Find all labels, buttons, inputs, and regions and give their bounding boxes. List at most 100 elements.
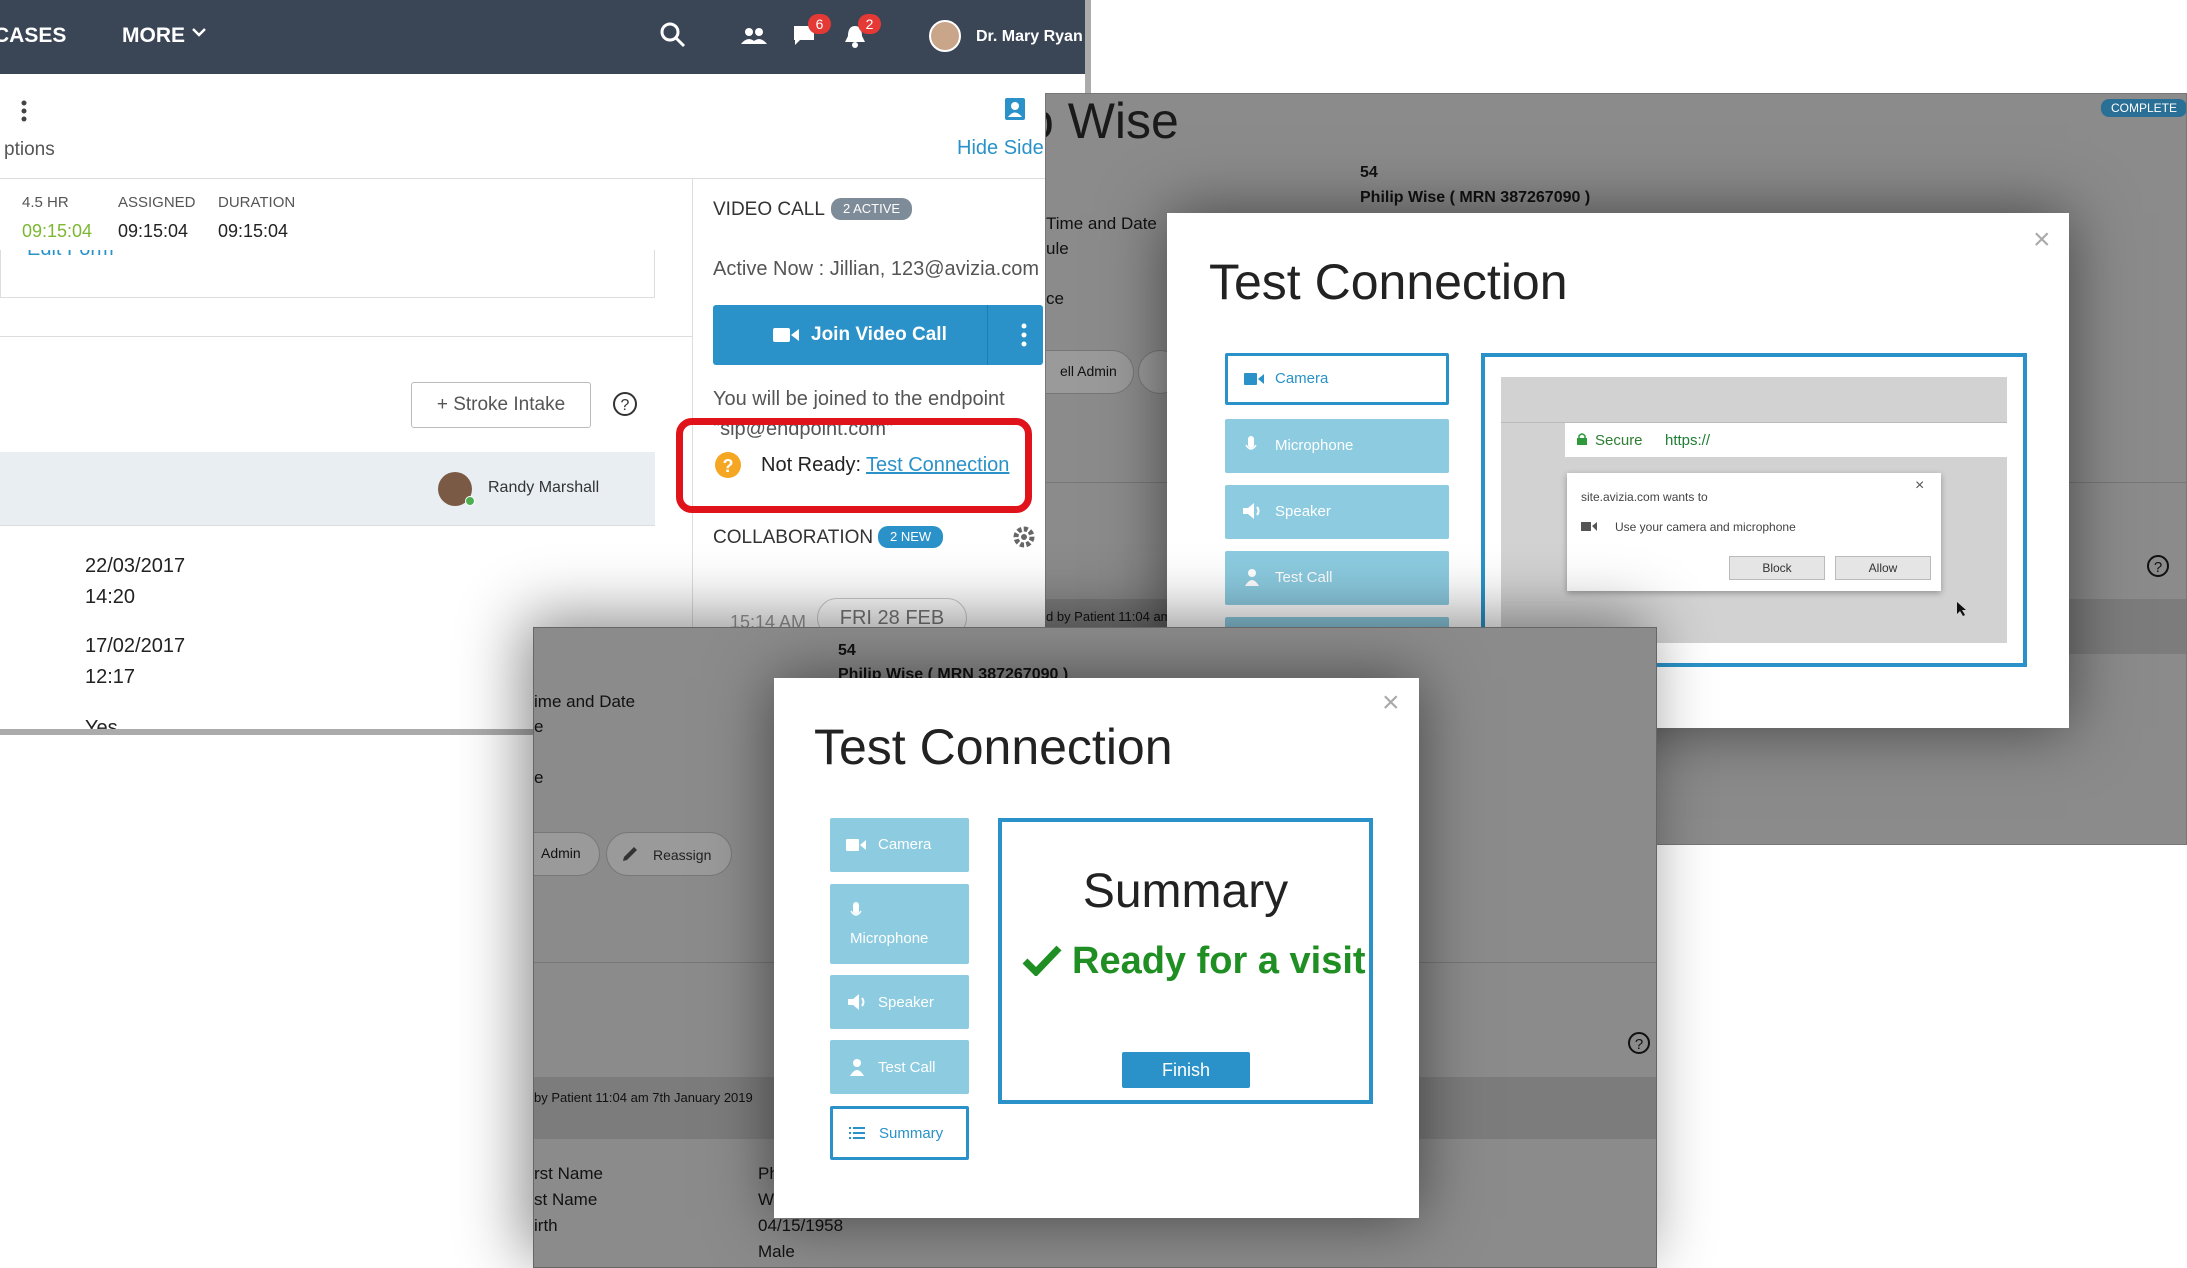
contact-card-icon[interactable] bbox=[1003, 96, 1027, 122]
admin-pill[interactable]: Admin bbox=[534, 832, 600, 876]
admin-pill[interactable]: ell Admin bbox=[1046, 350, 1134, 394]
field-label: rst Name bbox=[534, 1164, 603, 1183]
test-connection-window-front: 54 Philip Wise ( MRN 387267090 ) ime and… bbox=[533, 627, 1657, 1268]
help-icon[interactable]: ? bbox=[612, 391, 638, 417]
url-text: https:// bbox=[1665, 432, 1711, 449]
microphone-icon bbox=[1245, 436, 1257, 456]
join-video-call-button[interactable]: Join Video Call bbox=[713, 305, 1043, 365]
kebab-menu-icon[interactable] bbox=[20, 100, 28, 122]
avatar[interactable] bbox=[929, 20, 961, 52]
sidebar-item-speaker[interactable]: Speaker bbox=[1225, 485, 1449, 539]
help-icon[interactable]: ? bbox=[2146, 554, 2170, 578]
person-icon bbox=[1245, 568, 1259, 586]
summary-panel: Summary Ready for a visit Finish bbox=[998, 818, 1373, 1104]
sidebar-item-label: Microphone bbox=[1275, 437, 1354, 454]
complete-badge: COMPLETE bbox=[2101, 99, 2186, 117]
sidebar-item-label: Camera bbox=[878, 836, 932, 853]
divider bbox=[0, 336, 692, 337]
sidebar-item-test-call[interactable]: Test Call bbox=[830, 1040, 969, 1094]
sidebar-item-label: Speaker bbox=[878, 994, 934, 1011]
sidebar-item-summary[interactable]: Summary bbox=[830, 1106, 969, 1160]
alerts-badge: 2 bbox=[858, 14, 881, 34]
kebab-menu-icon[interactable] bbox=[1021, 323, 1027, 347]
patient-title: o Wise bbox=[1046, 93, 1179, 149]
video-camera-icon bbox=[773, 326, 799, 344]
stat-label: 4.5 HR bbox=[22, 194, 69, 211]
close-icon[interactable]: × bbox=[1382, 686, 1400, 720]
assignee-row[interactable]: Randy Marshall bbox=[0, 452, 655, 526]
person-icon bbox=[850, 1058, 864, 1076]
patient-name: Philip Wise ( MRN 387267090 ) bbox=[1360, 189, 1591, 206]
edit-form-link[interactable]: Edit Form bbox=[27, 250, 114, 261]
allow-button[interactable]: Allow bbox=[1835, 556, 1931, 580]
prompt-text: Use your camera and microphone bbox=[1615, 520, 1796, 534]
nav-more[interactable]: MORE bbox=[122, 24, 185, 48]
sidebar-item-label: Test Call bbox=[1275, 569, 1333, 586]
field-value: 04/15/1958 bbox=[758, 1216, 844, 1235]
admin-label: Admin bbox=[541, 845, 581, 861]
admin-label: ell Admin bbox=[1060, 363, 1117, 379]
user-name[interactable]: Dr. Mary Ryan bbox=[976, 28, 1083, 46]
close-icon[interactable]: × bbox=[2033, 223, 2051, 257]
checkmark-icon bbox=[1022, 944, 1062, 976]
field-label: irth bbox=[534, 1216, 558, 1235]
secure-label: Secure bbox=[1595, 432, 1643, 449]
sidebar-item-speaker[interactable]: Speaker bbox=[830, 975, 969, 1029]
modal-title: Test Connection bbox=[1209, 254, 1568, 310]
reassign-button[interactable]: Reassign bbox=[606, 832, 732, 876]
answer-value: Yes bbox=[85, 717, 118, 735]
microphone-icon bbox=[850, 902, 862, 922]
sidebar-item-camera[interactable]: Camera bbox=[1225, 353, 1449, 405]
bg-label: Time and Date bbox=[1046, 214, 1157, 233]
help-icon[interactable]: ? bbox=[1627, 1031, 1651, 1055]
stroke-intake-button[interactable]: + Stroke Intake bbox=[411, 382, 591, 428]
cursor-icon bbox=[1957, 602, 1967, 616]
svg-text:?: ? bbox=[621, 397, 630, 414]
speaker-icon bbox=[1243, 503, 1263, 519]
ready-status: Ready for a visit bbox=[1072, 940, 1366, 982]
svg-text:?: ? bbox=[2154, 559, 2162, 576]
people-icon[interactable] bbox=[741, 26, 767, 46]
test-connection-modal: × Test Connection Camera Microphone Spea… bbox=[774, 678, 1419, 1218]
chevron-down-icon[interactable] bbox=[192, 28, 206, 38]
finish-button[interactable]: Finish bbox=[1122, 1052, 1250, 1088]
svg-text:?: ? bbox=[1635, 1036, 1643, 1053]
options-label[interactable]: ptions bbox=[4, 139, 55, 161]
hide-side-link[interactable]: Hide Side bbox=[957, 137, 1044, 160]
nav-cases[interactable]: CASES bbox=[0, 24, 66, 48]
prompt-site: site.avizia.com wants to bbox=[1581, 490, 1708, 504]
pencil-icon bbox=[621, 845, 639, 863]
collaboration-title: COLLABORATION bbox=[713, 527, 874, 548]
sidebar-item-microphone[interactable]: Microphone bbox=[830, 884, 969, 964]
close-icon[interactable]: × bbox=[1915, 477, 1924, 495]
bg-label: e bbox=[534, 717, 544, 736]
field-value: W bbox=[758, 1190, 775, 1209]
lock-icon bbox=[1577, 433, 1587, 445]
summary-title: Summary bbox=[1082, 865, 1289, 918]
browser-address-bar: Secure https:// bbox=[1565, 423, 2007, 457]
active-now-text: Active Now : Jillian, 123@avizia.com bbox=[713, 258, 1039, 280]
stat-value: 09:15:04 bbox=[118, 221, 189, 241]
by-patient-text: by Patient 11:04 am 7th January 2019 bbox=[534, 1090, 753, 1105]
bg-label: ule bbox=[1046, 239, 1069, 258]
field-label: st Name bbox=[534, 1190, 598, 1209]
sidebar-item-camera[interactable]: Camera bbox=[830, 818, 969, 872]
video-camera-icon bbox=[1581, 521, 1597, 532]
highlight-callout bbox=[676, 418, 1032, 513]
sidebar-item-test-call[interactable]: Test Call bbox=[1225, 551, 1449, 605]
stat-value: 09:15:04 bbox=[22, 221, 93, 241]
divider bbox=[0, 178, 1085, 179]
sidebar-item-microphone[interactable]: Microphone bbox=[1225, 419, 1449, 473]
content-panel: Secure https:// × site.avizia.com wants … bbox=[1481, 353, 2027, 667]
bg-label: ce bbox=[1046, 289, 1064, 308]
stat-value: 09:15:04 bbox=[218, 221, 289, 241]
gear-icon[interactable] bbox=[1012, 525, 1036, 549]
block-button[interactable]: Block bbox=[1729, 556, 1825, 580]
new-badge: 2 NEW bbox=[878, 526, 944, 548]
case-app-window: CASES MORE 6 2 Dr. Mary Ryan ptions Hide… bbox=[0, 0, 1091, 735]
bg-label: ime and Date bbox=[534, 692, 636, 711]
time-value: 14:20 bbox=[85, 586, 136, 608]
top-nav: CASES MORE 6 2 Dr. Mary Ryan bbox=[0, 0, 1085, 74]
video-camera-icon bbox=[846, 838, 866, 852]
search-icon[interactable] bbox=[660, 22, 686, 48]
